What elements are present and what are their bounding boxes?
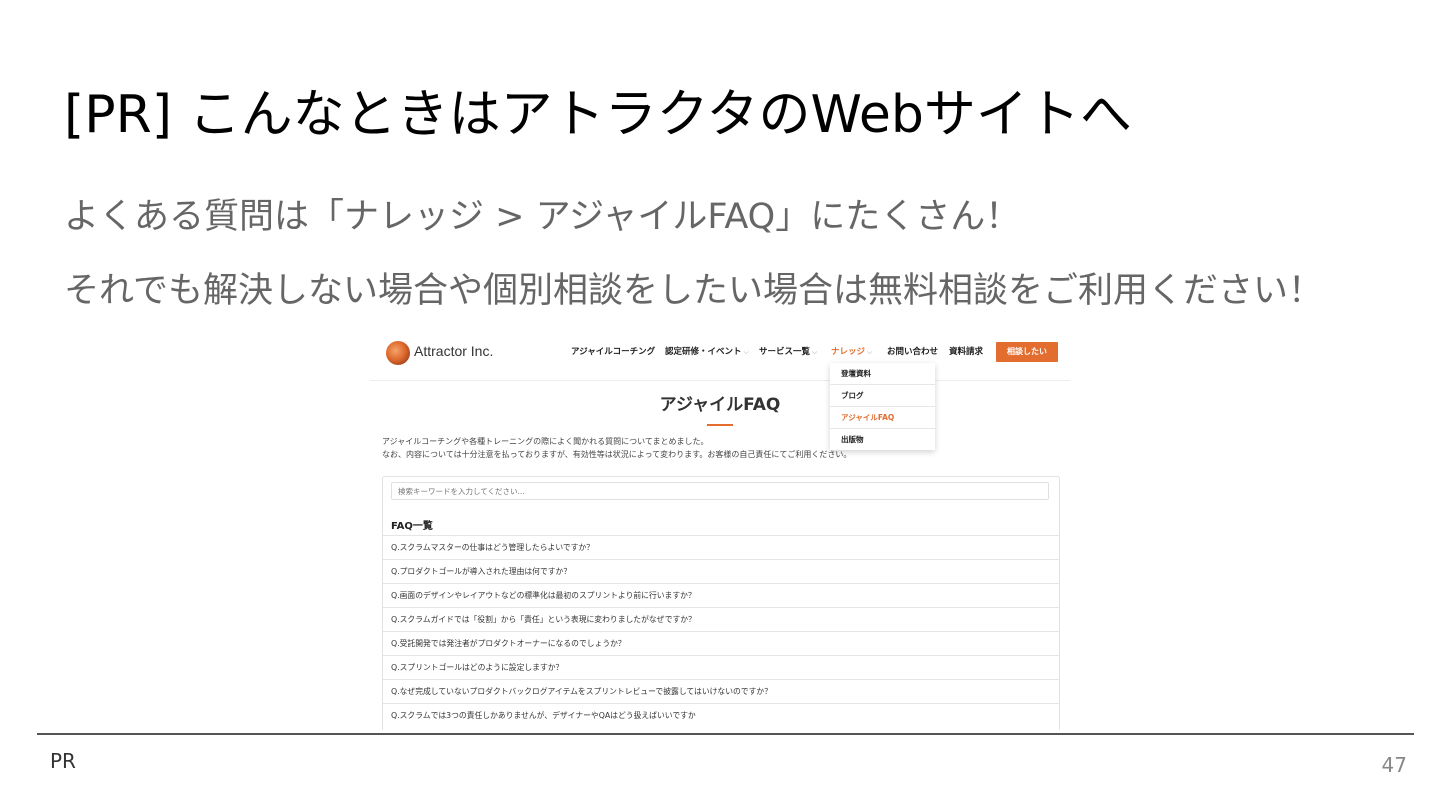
nav-label: アジャイルコーチング (571, 347, 656, 357)
nav-label: 資料請求 (949, 347, 984, 357)
faq-item[interactable]: Q.スクラムマスターの仕事はどう管理したらよいですか？ (383, 535, 1059, 559)
footer-label: PR (50, 749, 76, 773)
dropdown-item-blog[interactable]: ブログ (830, 385, 935, 407)
nav-request-materials[interactable]: 資料請求 (949, 346, 983, 358)
nav-knowledge[interactable]: ナレッジ ⌵ (831, 346, 872, 358)
faq-item[interactable]: Q.受託開発では発注者がプロダクトオーナーになるのでしょうか？ (383, 631, 1059, 655)
page-title: アジャイルFAQ (659, 395, 781, 415)
nav-services[interactable]: サービス一覧 ⌵ (759, 346, 817, 358)
site-header: Attractor Inc. アジャイルコーチング 認定研修・イベント ⌵ サービ… (370, 330, 1070, 381)
page-number: 47 (1381, 753, 1407, 777)
intro-text-line-2: なお、内容については十分注意を払っておりますが、有効性等は状況によって変わります… (382, 450, 852, 459)
knowledge-dropdown-menu: 登壇資料 ブログ アジャイルFAQ 出版物 (830, 363, 935, 450)
nav-label: ナレッジ (831, 347, 866, 357)
faq-item[interactable]: Q.スクラムガイドでは「役割」から「責任」という表現に変わりましたがなぜですか？ (383, 607, 1059, 631)
faq-item[interactable]: Q.プロダクトゴールが導入された理由は何ですか？ (383, 559, 1059, 583)
nav-contact[interactable]: お問い合わせ (887, 346, 938, 358)
chevron-down-icon: ⌵ (867, 348, 873, 356)
dropdown-item-publications[interactable]: 出版物 (830, 429, 935, 450)
faq-list: Q.スクラムマスターの仕事はどう管理したらよいですか？ Q.プロダクトゴールが導… (383, 535, 1059, 727)
faq-item[interactable]: Q.スクラムでは3つの責任しかありませんが、デザイナーやQAはどう扱えばいいです… (383, 703, 1059, 727)
attractor-logo-icon (386, 341, 410, 365)
faq-item[interactable]: Q.画面のデザインやレイアウトなどの標準化は最初のスプリントより前に行いますか？ (383, 583, 1059, 607)
intro-text-line-1: アジャイルコーチングや各種トレーニングの際によく聞かれる質問についてまとめました… (382, 437, 709, 446)
faq-panel: FAQ一覧 Q.スクラムマスターの仕事はどう管理したらよいですか？ Q.プロダク… (382, 476, 1060, 730)
website-screenshot: Attractor Inc. アジャイルコーチング 認定研修・イベント ⌵ サービ… (370, 330, 1070, 730)
nav-label: 認定研修・イベント (665, 347, 742, 357)
footer-divider (37, 733, 1414, 735)
nav-label: サービス一覧 (759, 347, 811, 357)
dropdown-item-talk-materials[interactable]: 登壇資料 (830, 363, 935, 385)
slide-text-line-2: それでも解決しない場合や個別相談をしたい場合は無料相談をご利用ください！ (64, 271, 1323, 311)
consult-button[interactable]: 相談したい (996, 342, 1058, 362)
faq-item[interactable]: Q.スプリントゴールはどのように設定しますか？ (383, 655, 1059, 679)
search-input[interactable] (391, 482, 1049, 500)
slide-title: [PR] こんなときはアトラクタのWebサイトへ (64, 85, 1132, 145)
dropdown-item-agile-faq[interactable]: アジャイルFAQ (830, 407, 935, 429)
nav-training-events[interactable]: 認定研修・イベント ⌵ (665, 346, 749, 358)
chevron-down-icon: ⌵ (743, 348, 749, 356)
nav-agile-coaching[interactable]: アジャイルコーチング (571, 346, 655, 358)
title-underline (707, 424, 733, 426)
faq-item[interactable]: Q.なぜ完成していないプロダクトバックログアイテムをスプリントレビューで披露して… (383, 679, 1059, 703)
chevron-down-icon: ⌵ (812, 348, 818, 356)
faq-list-title: FAQ一覧 (391, 521, 433, 532)
nav-label: お問い合わせ (887, 347, 939, 357)
slide-text-line-1: よくある質問は「ナレッジ > アジャイルFAQ」にたくさん！ (64, 197, 1021, 237)
logo-text: Attractor Inc. (414, 343, 494, 359)
